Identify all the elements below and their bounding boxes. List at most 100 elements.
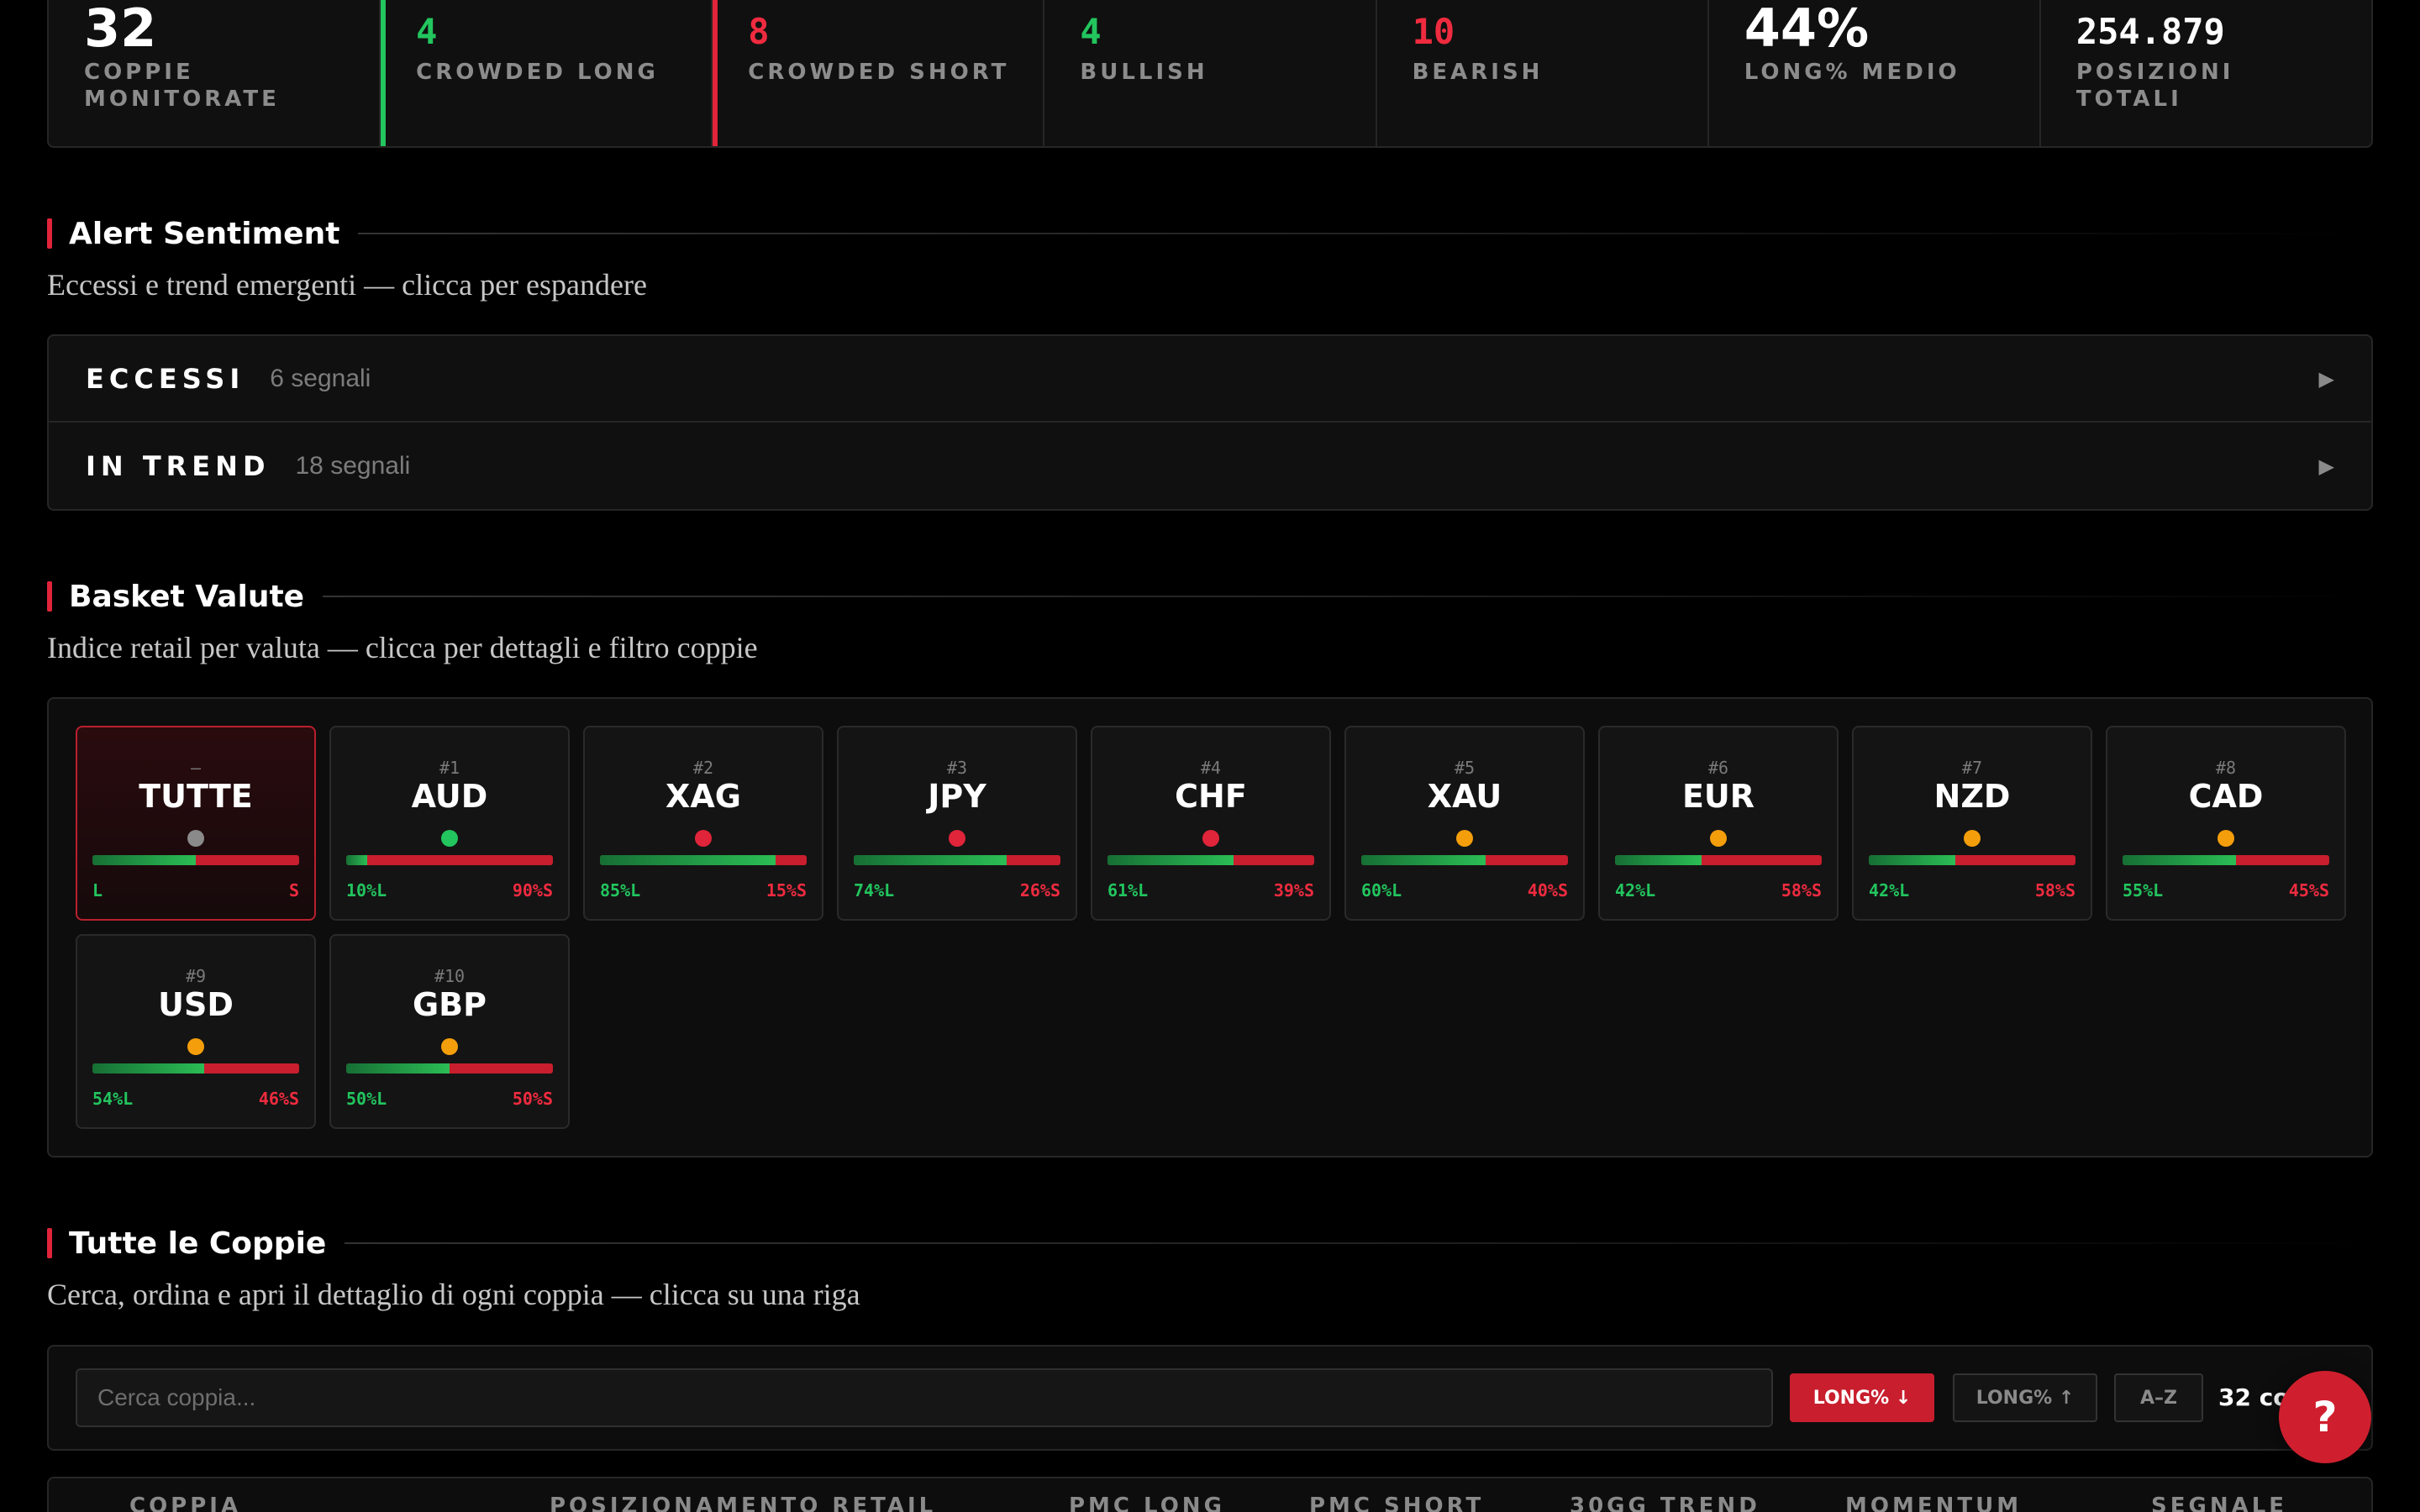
long-percent: 85%L (600, 880, 641, 900)
column-header-coppia[interactable]: COPPIA (129, 1494, 241, 1512)
basket-rank: #9 (185, 966, 207, 986)
alert-row-in-trend[interactable]: IN TREND 18 segnali ▶ (49, 423, 2371, 509)
stat-label: CROWDED LONG (416, 60, 659, 85)
sort-long-desc-button[interactable]: LONG% ↓ (1790, 1373, 1934, 1422)
short-percent: 58%S (2034, 880, 2075, 900)
basket-rank: #3 (946, 758, 968, 778)
long-percent: 42%L (1869, 880, 1910, 900)
section-header: Alert Sentiment (47, 215, 2373, 252)
basket-currency: USD (158, 986, 234, 1023)
basket-rank: #6 (1707, 758, 1729, 778)
stat-value: 254.879 (2075, 11, 2225, 52)
status-dot-icon (441, 830, 458, 847)
basket-grid: – TUTTE L S #1 AUD 10%L 90%S #2 XAG 85%L 15%S #3 JPY 7… (47, 697, 2373, 1158)
basket-currency: CHF (1175, 778, 1247, 815)
alert-row-eccessi[interactable]: ECCESSI 6 segnali ▶ (49, 336, 2371, 423)
stat-coppie-monitorate: 32 COPPIE MONITORATE (49, 0, 381, 146)
basket-card-cad[interactable]: #8 CAD 55%L 45%S (2106, 726, 2346, 921)
long-short-bar (346, 855, 553, 865)
alert-title: IN TREND (86, 449, 271, 482)
basket-card-usd[interactable]: #9 USD 54%L 46%S (76, 934, 316, 1129)
long-percent: L (92, 880, 103, 900)
long-fill (854, 855, 1007, 865)
long-fill (1107, 855, 1234, 865)
long-percent: 50%L (346, 1089, 387, 1109)
long-fill (2123, 855, 2237, 865)
long-percent: 74%L (854, 880, 895, 900)
status-dot-icon (1710, 830, 1727, 847)
long-percent: 61%L (1107, 880, 1149, 900)
basket-rank: #5 (1454, 758, 1476, 778)
column-header-30gg-trend[interactable]: 30GG TREND (1570, 1494, 1760, 1512)
long-percent: 55%L (2123, 880, 2164, 900)
basket-card-tutte[interactable]: – TUTTE L S (76, 726, 316, 921)
column-header-segnale[interactable]: SEGNALE (2151, 1494, 2287, 1512)
stat-label: POSIZIONI TOTALI (2075, 60, 2234, 112)
long-fill (600, 855, 776, 865)
section-accent-bar (47, 1228, 52, 1258)
stat-label: COPPIE MONITORATE (84, 60, 280, 112)
sort-long-asc-button[interactable]: LONG% ↑ (1953, 1373, 2097, 1422)
status-dot-icon (1456, 830, 1473, 847)
basket-currency: XAG (666, 778, 741, 815)
basket-card-nzd[interactable]: #7 NZD 42%L 58%S (1852, 726, 2092, 921)
basket-currency: EUR (1681, 778, 1755, 815)
stat-bearish: 10 BEARISH (1377, 0, 1709, 146)
long-short-bar (2123, 855, 2329, 865)
section-header: Tutte le Coppie (47, 1225, 2373, 1262)
long-short-bar (1869, 855, 2075, 865)
alert-count: 6 segnali (270, 364, 371, 392)
column-header-pmc-long[interactable]: PMC LONG (1069, 1494, 1225, 1512)
section-divider (358, 233, 2373, 234)
search-input[interactable] (76, 1368, 1773, 1427)
short-percent: 45%S (2288, 880, 2329, 900)
alert-list: ECCESSI 6 segnali ▶ IN TREND 18 segnali … (47, 334, 2373, 511)
stat-crowded-short: 8 CROWDED SHORT (713, 0, 1045, 146)
short-percent: 39%S (1273, 880, 1314, 900)
section-accent-bar (47, 218, 52, 249)
stat-long-medio: 44% LONG% MEDIO (1709, 0, 2041, 146)
status-dot-icon (2217, 830, 2234, 847)
status-dot-icon (187, 1038, 204, 1055)
section-subtitle: Cerca, ordina e apri il dettaglio di ogn… (47, 1278, 860, 1311)
long-percent: 60%L (1361, 880, 1402, 900)
column-header-momentum[interactable]: MOMENTUM (1845, 1494, 2022, 1512)
long-short-bar (1107, 855, 1314, 865)
short-percent: 15%S (765, 880, 807, 900)
basket-rank: #10 (434, 966, 466, 986)
column-header-posizionamento[interactable]: POSIZIONAMENTO RETAIL (550, 1494, 936, 1512)
long-short-bar (92, 1063, 299, 1074)
long-short-bar (1361, 855, 1568, 865)
basket-card-jpy[interactable]: #3 JPY 74%L 26%S (837, 726, 1077, 921)
expand-arrow-icon[interactable]: ▶ (2319, 367, 2334, 391)
short-percent: S (288, 880, 299, 900)
basket-card-chf[interactable]: #4 CHF 61%L 39%S (1091, 726, 1331, 921)
status-dot-icon (187, 830, 204, 847)
basket-rank: #1 (439, 758, 460, 778)
basket-card-gbp[interactable]: #10 GBP 50%L 50%S (329, 934, 570, 1129)
section-subtitle: Eccessi e trend emergenti — clicca per e… (47, 268, 647, 302)
help-button[interactable]: ? (2279, 1371, 2371, 1463)
status-dot-icon (695, 830, 712, 847)
basket-card-aud[interactable]: #1 AUD 10%L 90%S (329, 726, 570, 921)
long-percent: 42%L (1615, 880, 1656, 900)
stat-label: BEARISH (1412, 60, 1544, 85)
long-short-bar (92, 855, 299, 865)
stat-value: 32 (84, 0, 157, 59)
sort-az-button[interactable]: A–Z (2114, 1373, 2203, 1422)
stat-value: 4 (416, 11, 438, 52)
basket-card-xag[interactable]: #2 XAG 85%L 15%S (583, 726, 823, 921)
column-header-pmc-short[interactable]: PMC SHORT (1309, 1494, 1484, 1512)
long-fill (92, 855, 196, 865)
stat-value: 44% (1744, 0, 1870, 59)
basket-card-xau[interactable]: #5 XAU 60%L 40%S (1344, 726, 1585, 921)
basket-currency: XAU (1427, 778, 1502, 815)
basket-currency: JPY (928, 778, 986, 815)
expand-arrow-icon[interactable]: ▶ (2319, 454, 2334, 478)
basket-currency: GBP (412, 986, 487, 1023)
basket-card-eur[interactable]: #6 EUR 42%L 58%S (1598, 726, 1839, 921)
status-dot-icon (441, 1038, 458, 1055)
status-dot-icon (949, 830, 965, 847)
basket-section: Basket Valute Indice retail per valuta —… (47, 578, 2373, 665)
stat-crowded-long: 4 CROWDED LONG (381, 0, 713, 146)
